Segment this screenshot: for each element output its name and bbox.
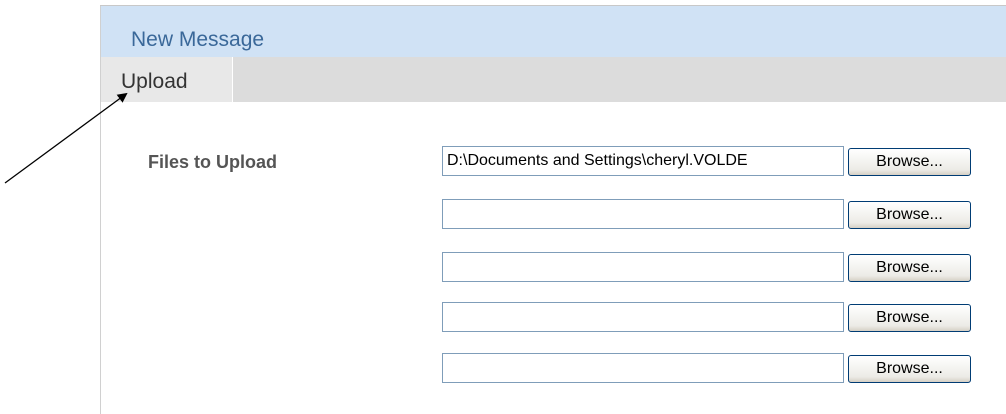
browse-button-1[interactable]: Browse... — [848, 148, 971, 176]
browse-button-2[interactable]: Browse... — [848, 201, 971, 229]
arrow-annotation-icon — [4, 92, 128, 184]
browse-button-5[interactable]: Browse... — [848, 355, 971, 383]
file-input-5[interactable] — [442, 353, 844, 383]
file-input-1[interactable]: D:\Documents and Settings\cheryl.VOLDE — [442, 146, 844, 176]
files-to-upload-label: Files to Upload — [148, 152, 278, 172]
title-bar: New Message — [101, 6, 1006, 57]
file-input-4[interactable] — [442, 302, 844, 332]
file-input-3[interactable] — [442, 252, 844, 282]
browse-button-3[interactable]: Browse... — [848, 254, 971, 282]
browse-button-4[interactable]: Browse... — [848, 304, 971, 332]
tab-bar: Upload — [101, 57, 1006, 102]
file-input-2[interactable] — [442, 199, 844, 229]
